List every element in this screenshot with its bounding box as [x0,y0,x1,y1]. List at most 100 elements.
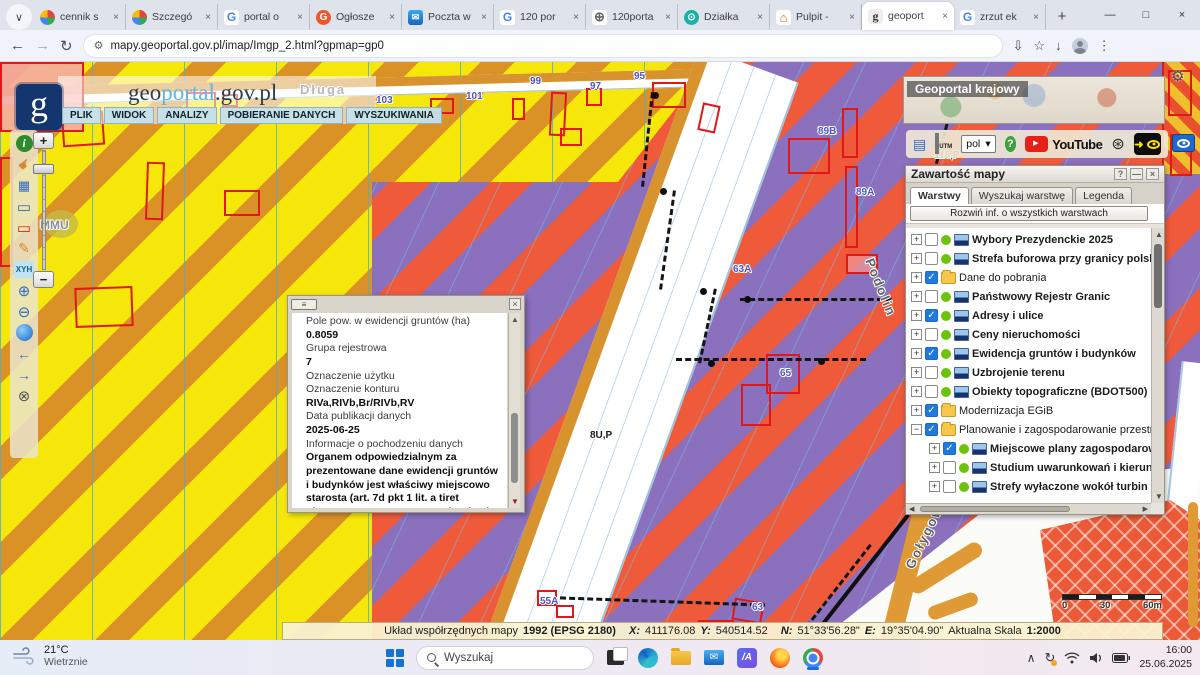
layer-checkbox[interactable] [925,328,938,341]
minimize-button[interactable]: — [1092,9,1128,21]
expand-icon[interactable]: + [911,272,922,283]
layer-checkbox[interactable] [925,233,938,246]
browser-tab[interactable]: Szczegó × [126,4,218,30]
scroll-left-icon[interactable]: ◀ [909,505,914,513]
layer-row[interactable]: + Wybory Prezydenckie 2025 [906,230,1151,249]
map-viewport[interactable]: 103 101 99 97 95 89B 89A 110,P 63A 65 8U… [0,62,1200,640]
layer-checkbox[interactable] [925,404,938,417]
layer-checkbox[interactable] [925,347,938,360]
help-icon[interactable]: ? [1005,136,1016,152]
close-button[interactable]: × [1164,9,1200,21]
tab-close-icon[interactable]: × [113,12,119,23]
tool-icon[interactable]: ▦ [16,177,33,194]
browser-tab[interactable]: G zrzut ek × [954,4,1046,30]
zoom-out-button[interactable]: − [33,271,54,288]
layer-row[interactable]: + Ceny nieruchomości [906,325,1151,344]
firefox-button[interactable] [768,646,792,670]
panel-tab[interactable]: Warstwy [910,187,969,204]
expand-icon[interactable]: + [911,291,922,302]
layer-checkbox[interactable] [925,252,938,265]
expand-icon[interactable]: + [911,310,922,321]
menu-item[interactable]: WIDOK [104,107,154,124]
tab-close-icon[interactable]: × [481,12,487,23]
expand-icon[interactable]: + [911,386,922,397]
tab-close-icon[interactable]: × [942,11,948,22]
mail-button[interactable]: ✉ [702,646,726,670]
tool-icon[interactable]: ← [16,345,33,362]
chrome-button[interactable] [801,646,825,670]
browser-tab[interactable]: ✉ Poczta w × [402,4,494,30]
tool-icon[interactable]: → [16,366,33,383]
profile-avatar[interactable] [1072,38,1088,54]
panel-tab[interactable]: Wyszukaj warstwę [971,187,1073,204]
wheel-icon[interactable]: ⊛ [1111,134,1124,154]
downloads-icon[interactable]: ↓ [1055,38,1062,53]
tab-close-icon[interactable]: × [573,12,579,23]
browser-tab[interactable]: cennik s × [34,4,126,30]
expand-icon[interactable]: + [911,367,922,378]
forward-icon[interactable]: → [35,37,50,54]
expand-all-button[interactable]: Rozwiń inf. o wszystkich warstwach [910,206,1148,221]
layer-row[interactable]: + Strefa buforowa przy granicy polsko-bi… [906,249,1151,268]
browser-tab[interactable]: G portal o × [218,4,310,30]
start-button[interactable] [383,646,407,670]
scroll-thumb[interactable] [920,506,1070,512]
bookmark-star-icon[interactable]: ☆ [1033,38,1045,54]
edge-button[interactable] [636,646,660,670]
expand-icon[interactable]: + [911,348,922,359]
layer-checkbox[interactable] [925,271,938,284]
tool-icon[interactable] [16,324,33,341]
layer-row[interactable]: + Dane do pobrania [906,268,1151,287]
panel-hscrollbar[interactable]: ◀ ▶ [906,503,1151,514]
expand-icon[interactable]: + [911,405,922,416]
tool-icon[interactable]: ⊗ [16,387,33,404]
tool-icon[interactable]: i [16,135,33,152]
weather-widget[interactable]: 21°C Wietrznie [12,644,88,668]
layer-row[interactable]: + Miejscowe plany zagospodarowania prz [906,439,1151,458]
layer-checkbox[interactable] [925,309,938,322]
popup-close-icon[interactable]: × [509,298,521,310]
utm-icon[interactable]: UTM [935,135,952,153]
file-explorer-button[interactable] [669,646,693,670]
expand-icon[interactable]: + [911,329,922,340]
volume-icon[interactable] [1089,652,1103,664]
browser-tab[interactable]: G Ogłosze × [310,4,402,30]
layer-checkbox[interactable] [943,442,956,455]
install-icon[interactable]: ⇩ [1013,38,1024,54]
expand-icon[interactable]: + [929,462,940,473]
tool-icon[interactable]: XYH [14,261,34,278]
maximize-button[interactable]: □ [1128,9,1164,21]
tab-close-icon[interactable]: × [389,12,395,23]
scroll-down-icon[interactable]: ▼ [511,497,519,506]
accessibility-button[interactable]: ➜ [1134,133,1161,155]
gear-icon[interactable]: ⚙ [1171,67,1184,85]
menu-item[interactable]: POBIERANIE DANYCH [220,107,344,124]
layer-row[interactable]: − Planowanie i zagospodarowanie przestrz… [906,420,1151,439]
clock[interactable]: 16:00 25.06.2025 [1139,644,1192,670]
update-icon[interactable]: ↻ [1045,650,1056,666]
back-icon[interactable]: ← [10,37,25,54]
panel-minimize-icon[interactable]: — [1130,168,1143,180]
tool-icon[interactable]: ▭ [16,219,33,236]
tab-search-button[interactable]: ∨ [6,4,32,30]
scroll-up-icon[interactable]: ▲ [1155,230,1163,239]
panel-close-icon[interactable]: × [1146,168,1159,180]
expand-icon[interactable]: + [929,481,940,492]
visibility-button[interactable] [1172,134,1195,152]
tool-icon[interactable]: ⊖ [16,303,33,320]
scroll-thumb[interactable] [1154,244,1162,308]
expand-icon[interactable]: − [911,424,922,435]
address-bar[interactable]: ⚙ mapy.geoportal.gov.pl/imap/Imgp_2.html… [83,34,1003,58]
panel-vscrollbar[interactable]: ▲ ▼ [1151,228,1164,503]
tool-icon[interactable]: ⊕ [16,282,33,299]
browser-tab[interactable]: ⊕ 120porta × [586,4,678,30]
layer-row[interactable]: + Modernizacja EGiB [906,401,1151,420]
overview-map[interactable]: Geoportal krajowy [903,76,1165,124]
tab-close-icon[interactable]: × [849,12,855,23]
browser-tab[interactable]: G 120 por × [494,4,586,30]
tab-close-icon[interactable]: × [1033,12,1039,23]
tool-icon[interactable]: ✎ [16,240,33,257]
language-select[interactable]: pol▾ [961,135,995,153]
expand-icon[interactable]: + [929,443,940,454]
popup-scrollbar[interactable]: ▲ ▼ [508,313,520,508]
